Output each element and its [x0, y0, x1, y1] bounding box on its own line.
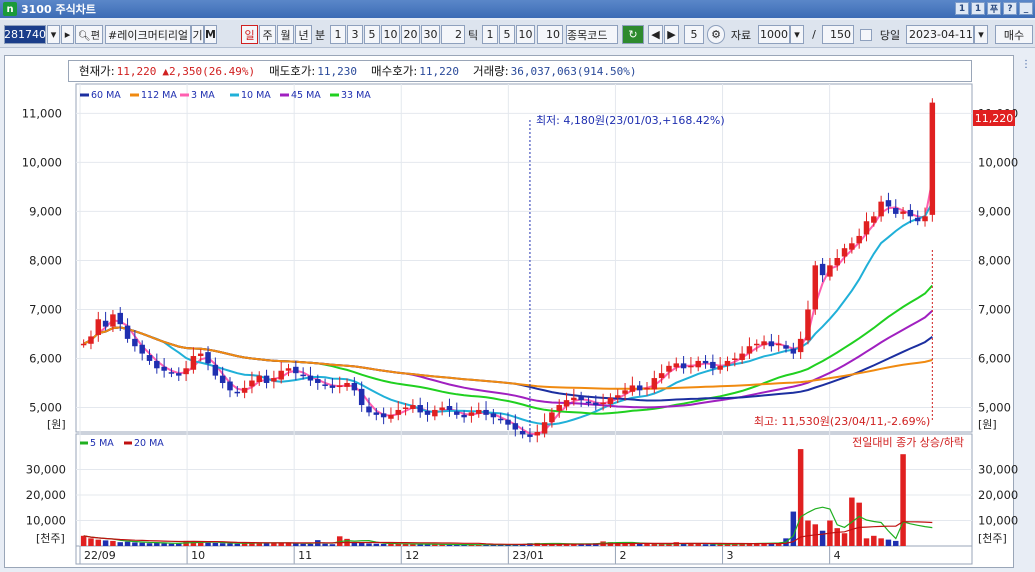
page-size-input[interactable]: 150 — [822, 25, 854, 44]
expand-panel-icon[interactable]: ⋮ — [1021, 59, 1031, 70]
chart-area — [4, 55, 1014, 568]
price-label: 현재가: — [79, 64, 115, 78]
period-year[interactable]: 년 — [295, 25, 312, 44]
period-day[interactable]: 일 — [241, 25, 258, 44]
search-icon[interactable]: 🔍︎편 — [75, 25, 103, 44]
minute-20[interactable]: 20 — [401, 25, 420, 44]
next-stock-icon[interactable]: ▸ — [61, 25, 74, 44]
stock-name-field[interactable]: #레이크머티리얼 — [105, 25, 191, 44]
settings-icon[interactable]: ⚙ — [707, 25, 725, 44]
tick-10[interactable]: 10 — [516, 25, 535, 44]
link2-button[interactable]: 1 — [971, 2, 985, 15]
stock-code-input[interactable]: 281740 — [4, 25, 46, 44]
refresh-icon[interactable]: ↻ — [622, 25, 644, 44]
minimize-button[interactable]: _ — [1019, 2, 1033, 15]
minute-30[interactable]: 30 — [421, 25, 440, 44]
current-price: 11,220 — [116, 64, 157, 78]
data-count-dropdown-icon[interactable]: ▾ — [790, 25, 804, 44]
right-panel: ⋮ — [1017, 55, 1035, 568]
window-controls: 1 1 푸 ? _ — [955, 2, 1033, 15]
next-arrow-icon[interactable]: ▶ — [664, 25, 679, 44]
minute-label: 분 — [314, 28, 326, 42]
prev-arrow-icon[interactable]: ◀ — [648, 25, 663, 44]
data-label: 자료 — [730, 28, 752, 42]
slash-separator: / — [812, 28, 816, 41]
name-button-1[interactable]: 기 — [191, 25, 204, 44]
name-button-2[interactable]: M — [204, 25, 217, 44]
app-logo-icon: n — [3, 2, 17, 16]
minute-input[interactable]: 2 — [441, 25, 465, 44]
price-info-bar: 현재가: 11,220 ▲2,350(26.49%) 매도호가: 11,230 … — [68, 60, 972, 82]
period-week[interactable]: 주 — [259, 25, 276, 44]
window-titlebar: n 3100 주식차트 1 1 푸 ? _ — [0, 0, 1035, 18]
tick-1[interactable]: 1 — [482, 25, 498, 44]
volume-label: 거래량: — [473, 64, 509, 78]
data-count-select[interactable]: 1000 — [758, 25, 790, 44]
code-dropdown-icon[interactable]: ▾ — [47, 25, 60, 44]
date-input[interactable]: 2023-04-11 — [906, 25, 974, 44]
volume-value: 36,037,063(914.50%) — [510, 64, 637, 78]
tick-label: 틱 — [467, 28, 479, 42]
link1-button[interactable]: 1 — [955, 2, 969, 15]
minute-10[interactable]: 10 — [381, 25, 400, 44]
step-input[interactable]: 5 — [684, 25, 704, 44]
minute-3[interactable]: 3 — [347, 25, 363, 44]
code-field[interactable]: 종목코드 — [566, 25, 618, 44]
date-dropdown-icon[interactable]: ▾ — [974, 25, 988, 44]
minute-1[interactable]: 1 — [330, 25, 346, 44]
today-label: 당일 — [879, 28, 901, 42]
ask-price: 11,230 — [317, 64, 358, 78]
pin-button[interactable]: 푸 — [987, 2, 1001, 15]
help-button[interactable]: ? — [1003, 2, 1017, 15]
tick-input[interactable]: 10 — [537, 25, 563, 44]
ask-label: 매도호가: — [269, 64, 316, 78]
tick-5[interactable]: 5 — [499, 25, 515, 44]
minute-5[interactable]: 5 — [364, 25, 380, 44]
toolbar: 281740 ▾ ▸ 🔍︎편 #레이크머티리얼 기 M 일 주 월 년 분 1 … — [0, 20, 1035, 48]
bid-price: 11,220 — [419, 64, 459, 78]
price-change: ▲2,350(26.49%) — [162, 64, 256, 78]
today-checkbox[interactable] — [860, 29, 872, 41]
buy-button[interactable]: 매수 — [995, 25, 1033, 44]
bid-label: 매수호가: — [371, 64, 418, 78]
window-title: 3100 주식차트 — [21, 3, 96, 16]
period-month[interactable]: 월 — [277, 25, 294, 44]
